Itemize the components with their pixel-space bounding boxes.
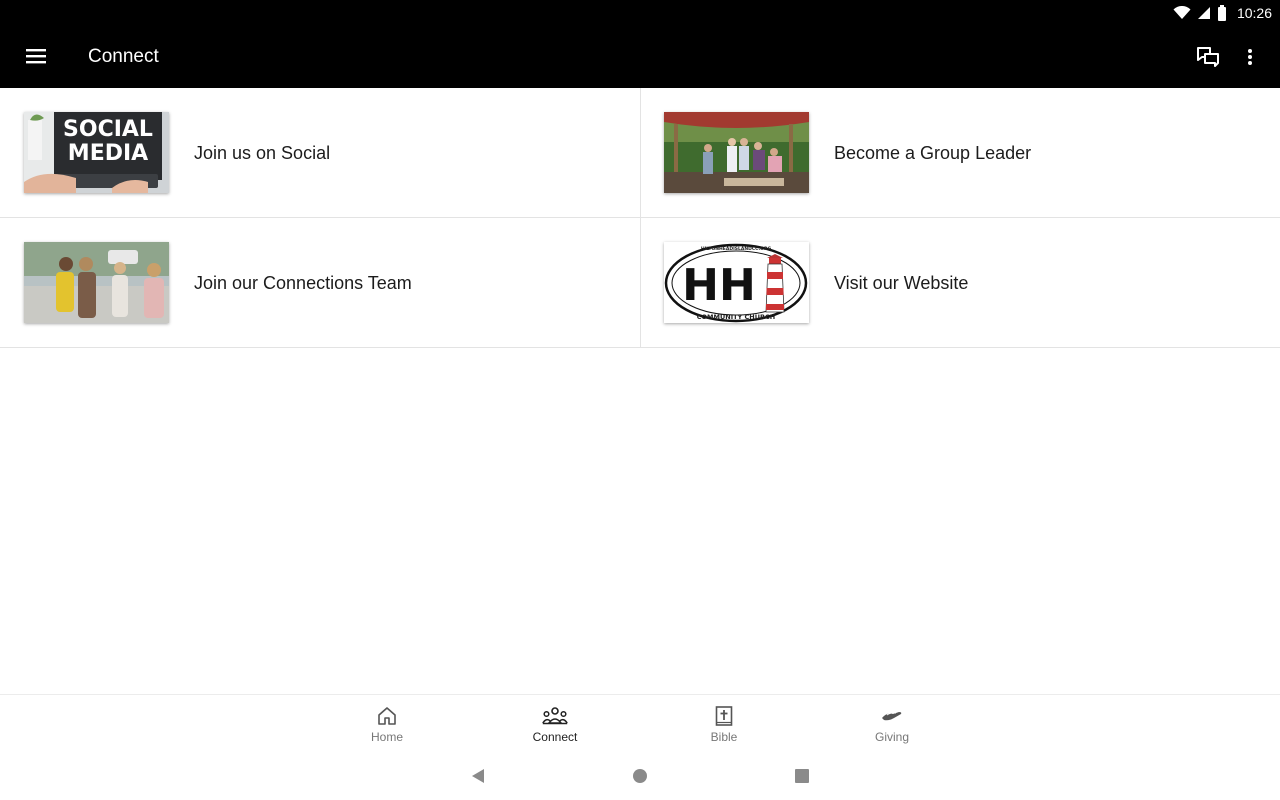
more-options-button[interactable]	[1232, 38, 1268, 76]
nav-label-giving: Giving	[874, 730, 909, 744]
people-icon	[542, 707, 568, 725]
recents-square-icon	[795, 769, 809, 783]
page-title: Connect	[88, 46, 159, 67]
home-icon	[378, 707, 396, 725]
logo-church-text: COMMUNITY CHURCH	[697, 313, 775, 321]
home-circle-icon	[633, 769, 647, 783]
wifi-icon	[1173, 6, 1191, 19]
status-bar: 10:26	[0, 0, 1280, 26]
connect-item-label: Join our Connections Team	[194, 273, 412, 293]
logo-url-text: HILTONHEADISLANDCC.ORG	[701, 246, 772, 252]
app-bar: Connect	[0, 26, 1280, 88]
back-triangle-icon	[472, 769, 484, 783]
nav-connect[interactable]: Connect	[505, 695, 605, 753]
battery-icon	[1217, 5, 1226, 21]
nav-label-home: Home	[370, 730, 403, 744]
nav-home[interactable]: Home	[337, 695, 437, 753]
connect-item-label: Become a Group Leader	[834, 143, 1032, 163]
connect-grid: SOCIAL MEDIA Join us on Social Become a …	[0, 88, 1280, 348]
social-media-thumbnail: SOCIAL MEDIA	[24, 112, 169, 193]
nav-label-connect: Connect	[532, 730, 578, 744]
connect-item-label: Visit our Website	[834, 273, 969, 293]
connect-item-social[interactable]: SOCIAL MEDIA Join us on Social	[0, 88, 640, 218]
status-icons: 10:26	[1173, 0, 1272, 26]
connect-item-connections-team[interactable]: Join our Connections Team	[0, 218, 640, 348]
thumb-text-social: SOCIAL	[63, 117, 153, 142]
system-home-button[interactable]	[628, 764, 652, 788]
logo-hh-text: HH	[682, 260, 756, 311]
menu-button[interactable]	[16, 38, 56, 74]
bottom-navigation: Home Connect Bible Giving	[0, 694, 1280, 753]
connect-item-website[interactable]: HILTONHEADISLANDCC.ORG HH COMMUNITY CHUR…	[640, 218, 1280, 348]
connections-team-thumbnail	[24, 242, 169, 323]
nav-giving[interactable]: Giving	[842, 695, 942, 753]
thumb-text-media: MEDIA	[68, 141, 148, 166]
cell-signal-icon	[1197, 7, 1210, 19]
bible-icon	[715, 706, 733, 726]
system-back-button[interactable]	[466, 764, 490, 788]
system-recents-button[interactable]	[790, 764, 814, 788]
system-navigation-bar	[0, 752, 1280, 800]
group-leader-thumbnail	[664, 112, 809, 193]
nav-bible[interactable]: Bible	[674, 695, 774, 753]
more-vert-icon	[1248, 49, 1252, 65]
connect-item-label: Join us on Social	[194, 143, 331, 163]
giving-hand-icon	[882, 712, 902, 721]
connect-item-group-leader[interactable]: Become a Group Leader	[640, 88, 1280, 218]
chat-button[interactable]	[1188, 38, 1228, 76]
chat-bubbles-icon	[1197, 47, 1219, 67]
nav-label-bible: Bible	[710, 730, 738, 744]
status-time: 10:26	[1236, 5, 1272, 21]
church-logo-thumbnail: HILTONHEADISLANDCC.ORG HH COMMUNITY CHUR…	[664, 242, 809, 323]
hamburger-menu-icon	[26, 49, 46, 64]
